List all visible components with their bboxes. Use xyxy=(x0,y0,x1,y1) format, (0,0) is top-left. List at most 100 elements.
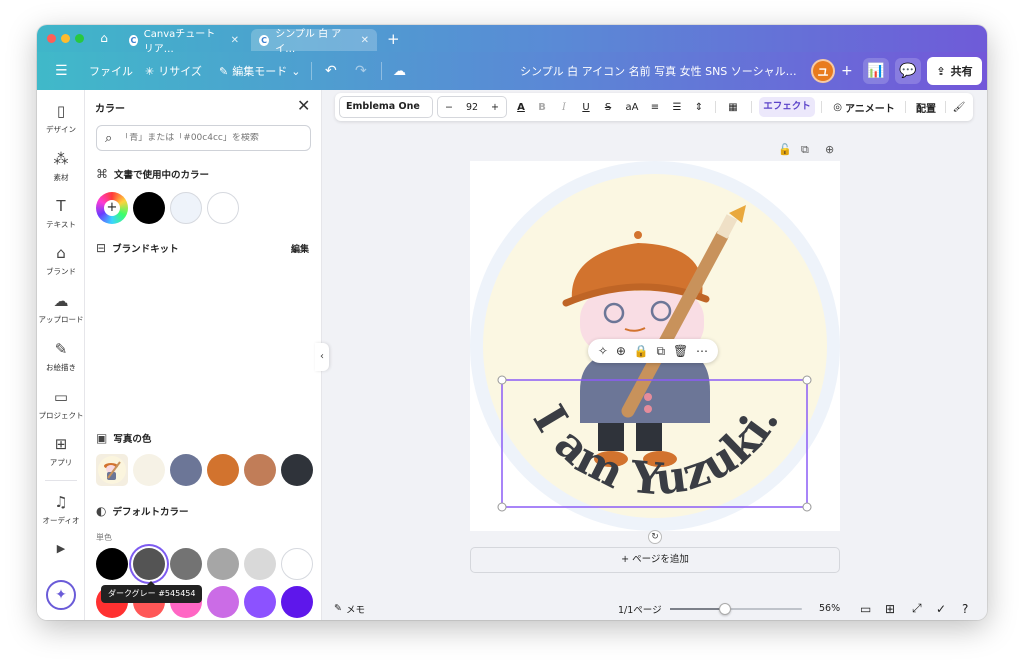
magic-assistant-button[interactable]: ✦ xyxy=(46,580,76,610)
tab-design[interactable]: C シンプル 白 アイ… ✕ xyxy=(251,29,377,55)
doc-color-swatch[interactable] xyxy=(170,192,202,224)
page-view-icon[interactable]: ▭ xyxy=(860,597,871,620)
page-add-icon[interactable]: ⊕ xyxy=(825,143,834,156)
notes-button[interactable]: ✎ メモ xyxy=(334,597,365,620)
font-size-value[interactable]: 92 xyxy=(466,102,478,113)
new-tab-icon[interactable]: + xyxy=(387,30,400,48)
font-family-selector[interactable]: Emblema One xyxy=(339,96,433,118)
strikethrough-button[interactable]: S xyxy=(599,93,617,121)
case-button[interactable]: aA xyxy=(621,93,643,121)
default-color-swatch[interactable] xyxy=(244,548,276,580)
fullscreen-icon[interactable]: ⤢ xyxy=(912,597,922,620)
rail-item-audio[interactable]: ♫ オーディオ xyxy=(37,493,85,526)
design-title[interactable]: シンプル 白 アイコン 名前 写真 女性 SNS ソーシャル… xyxy=(520,52,797,90)
align-center-icon[interactable]: ≡ xyxy=(645,93,665,121)
rail-item-draw[interactable]: ✎ お絵描き xyxy=(37,340,85,373)
edit-mode-button[interactable]: ✎ 編集モード ⌄ xyxy=(219,52,300,90)
redo-button[interactable]: ↷ xyxy=(355,52,367,90)
minimize-window-button[interactable] xyxy=(61,34,70,43)
photo-color-swatch[interactable] xyxy=(133,454,165,486)
analytics-button[interactable]: 📊 xyxy=(863,58,889,84)
resize-handle[interactable] xyxy=(497,502,507,512)
tab-tutorial[interactable]: C Canvaチュートリア… ✕ xyxy=(121,29,247,55)
tab-close-icon[interactable]: ✕ xyxy=(361,35,369,46)
transparency-icon[interactable]: ▦ xyxy=(723,93,743,121)
add-page-button[interactable]: + ページを追加 xyxy=(470,547,840,573)
default-color-swatch[interactable] xyxy=(244,586,276,618)
position-button[interactable]: 配置 xyxy=(911,93,941,121)
photo-color-swatch[interactable] xyxy=(281,454,313,486)
resize-handle[interactable] xyxy=(802,375,812,385)
default-color-swatch[interactable] xyxy=(96,548,128,580)
rail-item-upload[interactable]: ☁ アップロード xyxy=(37,292,85,325)
rail-item-brand[interactable]: ⌂ ブランド xyxy=(37,244,85,277)
add-collaborator-icon[interactable]: + xyxy=(841,52,853,90)
collapse-panel-button[interactable]: ‹ xyxy=(315,343,329,371)
menu-icon[interactable]: ☰ xyxy=(55,52,68,90)
undo-button[interactable]: ↶ xyxy=(325,52,337,90)
brand-kit-edit-link[interactable]: 編集 xyxy=(291,242,309,255)
duplicate-icon[interactable]: ⧉ xyxy=(657,344,666,359)
default-color-swatch[interactable] xyxy=(281,548,313,580)
photo-color-swatch[interactable] xyxy=(170,454,202,486)
decrease-size-icon[interactable]: − xyxy=(445,102,453,113)
doc-color-swatch[interactable] xyxy=(133,192,165,224)
add-color-button[interactable]: + xyxy=(96,192,128,224)
maximize-window-button[interactable] xyxy=(75,34,84,43)
effects-button[interactable]: エフェクト xyxy=(759,97,815,117)
default-color-swatch[interactable] xyxy=(133,548,165,580)
rail-item-text[interactable]: T テキスト xyxy=(37,197,85,230)
bold-button[interactable]: B xyxy=(533,93,551,121)
default-color-swatch[interactable] xyxy=(281,586,313,618)
user-avatar[interactable]: ユ xyxy=(811,59,835,83)
underline-button[interactable]: U xyxy=(577,93,595,121)
page-lock-icon[interactable]: 🔓 xyxy=(778,143,792,156)
comment-button[interactable]: 💬 xyxy=(895,58,921,84)
home-icon[interactable]: ⌂ xyxy=(97,31,111,45)
zoom-slider[interactable] xyxy=(670,603,802,615)
resize-button[interactable]: ✳ リサイズ xyxy=(145,52,202,90)
brand-kit-icon: ⊟ xyxy=(96,241,107,255)
comment-add-icon[interactable]: ⊕ xyxy=(616,344,626,358)
check-icon[interactable]: ✓ xyxy=(936,597,946,620)
grid-view-icon[interactable]: ⊞ xyxy=(885,597,895,620)
cloud-save-icon[interactable]: ☁ xyxy=(393,52,406,90)
default-color-swatch[interactable] xyxy=(207,586,239,618)
resize-handle[interactable] xyxy=(497,375,507,385)
rail-item-projects[interactable]: ▭ プロジェクト xyxy=(37,388,85,421)
text-color-button[interactable]: A xyxy=(511,93,531,121)
rail-item-elements[interactable]: ⁂ 素材 xyxy=(37,150,85,183)
lock-icon[interactable]: 🔒 xyxy=(634,344,649,358)
photo-color-swatch[interactable] xyxy=(244,454,276,486)
page-duplicate-icon[interactable]: ⧉ xyxy=(801,143,809,157)
rail-item-design[interactable]: ▯ デザイン xyxy=(37,102,85,135)
color-search-input[interactable] xyxy=(120,133,301,143)
default-color-swatch[interactable] xyxy=(170,548,202,580)
photo-color-swatch[interactable] xyxy=(207,454,239,486)
list-icon[interactable]: ☰ xyxy=(667,93,687,121)
file-menu-button[interactable]: ファイル xyxy=(89,52,133,90)
help-icon[interactable]: ? xyxy=(962,597,968,620)
tab-close-icon[interactable]: ✕ xyxy=(231,35,239,46)
animate-button[interactable]: ◎ アニメート xyxy=(829,93,899,121)
increase-size-icon[interactable]: + xyxy=(491,102,499,113)
rail-item-video[interactable]: ▶ xyxy=(37,540,85,558)
rail-item-apps[interactable]: ⊞ アプリ xyxy=(37,435,85,468)
zoom-level[interactable]: 56% xyxy=(819,597,840,620)
italic-button[interactable]: I xyxy=(555,93,573,121)
paint-format-icon[interactable]: 🖌 xyxy=(949,93,969,121)
rotate-handle[interactable]: ↻ xyxy=(648,530,662,544)
share-button[interactable]: ⇪ 共有 xyxy=(927,57,982,85)
resize-handle[interactable] xyxy=(802,502,812,512)
zoom-slider-handle[interactable] xyxy=(719,603,732,615)
color-search[interactable]: ⌕ xyxy=(96,125,311,151)
close-window-button[interactable] xyxy=(47,34,56,43)
more-options-icon[interactable]: ⋯ xyxy=(696,344,708,358)
magic-edit-icon[interactable]: ✧ xyxy=(598,344,608,358)
default-color-swatch[interactable] xyxy=(207,548,239,580)
close-icon[interactable]: ✕ xyxy=(297,96,310,115)
font-size-stepper[interactable]: − 92 + xyxy=(437,96,507,118)
doc-color-swatch[interactable] xyxy=(207,192,239,224)
spacing-icon[interactable]: ⇕ xyxy=(689,93,709,121)
delete-icon[interactable]: 🗑 xyxy=(673,344,688,358)
